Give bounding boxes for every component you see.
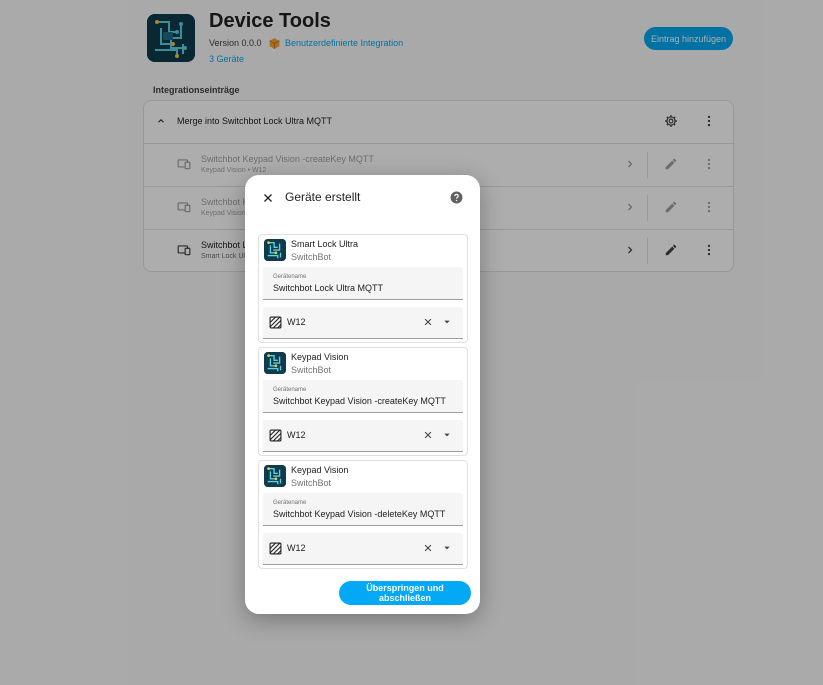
- device-card: Keypad Vision SwitchBot Gerätename Switc…: [258, 347, 468, 456]
- device-name-label: Gerätename: [273, 274, 307, 280]
- device-logo: [264, 239, 286, 261]
- help-circle-icon[interactable]: [450, 191, 463, 204]
- area-select[interactable]: W12: [263, 307, 463, 339]
- device-name-field[interactable]: Gerätename Switchbot Keypad Vision -dele…: [263, 493, 463, 526]
- texture-box-icon: [269, 316, 282, 329]
- device-manufacturer: SwitchBot: [291, 252, 332, 262]
- menu-down-icon[interactable]: [443, 544, 451, 552]
- area-value: W12: [287, 543, 306, 553]
- device-card: Keypad Vision SwitchBot Gerätename Switc…: [258, 460, 468, 569]
- device-name-label: Gerätename: [273, 500, 307, 506]
- device-card: Smart Lock Ultra SwitchBot Gerätename Sw…: [258, 234, 468, 343]
- close-icon[interactable]: [423, 543, 433, 553]
- circuit-logo-icon: [264, 239, 286, 261]
- area-select[interactable]: W12: [263, 533, 463, 565]
- device-logo: [264, 352, 286, 374]
- menu-down-icon[interactable]: [443, 318, 451, 326]
- device-name-value[interactable]: Switchbot Lock Ultra MQTT: [273, 283, 383, 293]
- device-model: Smart Lock Ultra: [291, 239, 359, 249]
- skip-and-finish-button[interactable]: Überspringen und abschließen: [339, 581, 471, 605]
- texture-box-icon: [269, 429, 282, 442]
- circuit-logo-icon: [264, 352, 286, 374]
- menu-down-icon[interactable]: [443, 431, 451, 439]
- device-name-label: Gerätename: [273, 387, 307, 393]
- close-icon[interactable]: [423, 430, 433, 440]
- dialog-title: Geräte erstellt: [285, 190, 361, 204]
- device-name-field[interactable]: Gerätename Switchbot Lock Ultra MQTT: [263, 267, 463, 300]
- circuit-logo-icon: [264, 465, 286, 487]
- area-value: W12: [287, 430, 306, 440]
- area-select[interactable]: W12: [263, 420, 463, 452]
- device-manufacturer: SwitchBot: [291, 365, 332, 375]
- device-model: Keypad Vision: [291, 352, 349, 362]
- close-icon[interactable]: [262, 192, 274, 204]
- area-value: W12: [287, 317, 306, 327]
- devices-created-dialog: Geräte erstellt Smart Lock Ultra SwitchB…: [245, 175, 480, 614]
- device-logo: [264, 465, 286, 487]
- device-name-value[interactable]: Switchbot Keypad Vision -deleteKey MQTT: [273, 509, 445, 519]
- texture-box-icon: [269, 542, 282, 555]
- close-icon[interactable]: [423, 317, 433, 327]
- device-name-field[interactable]: Gerätename Switchbot Keypad Vision -crea…: [263, 380, 463, 413]
- device-manufacturer: SwitchBot: [291, 478, 332, 488]
- device-name-value[interactable]: Switchbot Keypad Vision -createKey MQTT: [273, 396, 446, 406]
- device-model: Keypad Vision: [291, 465, 349, 475]
